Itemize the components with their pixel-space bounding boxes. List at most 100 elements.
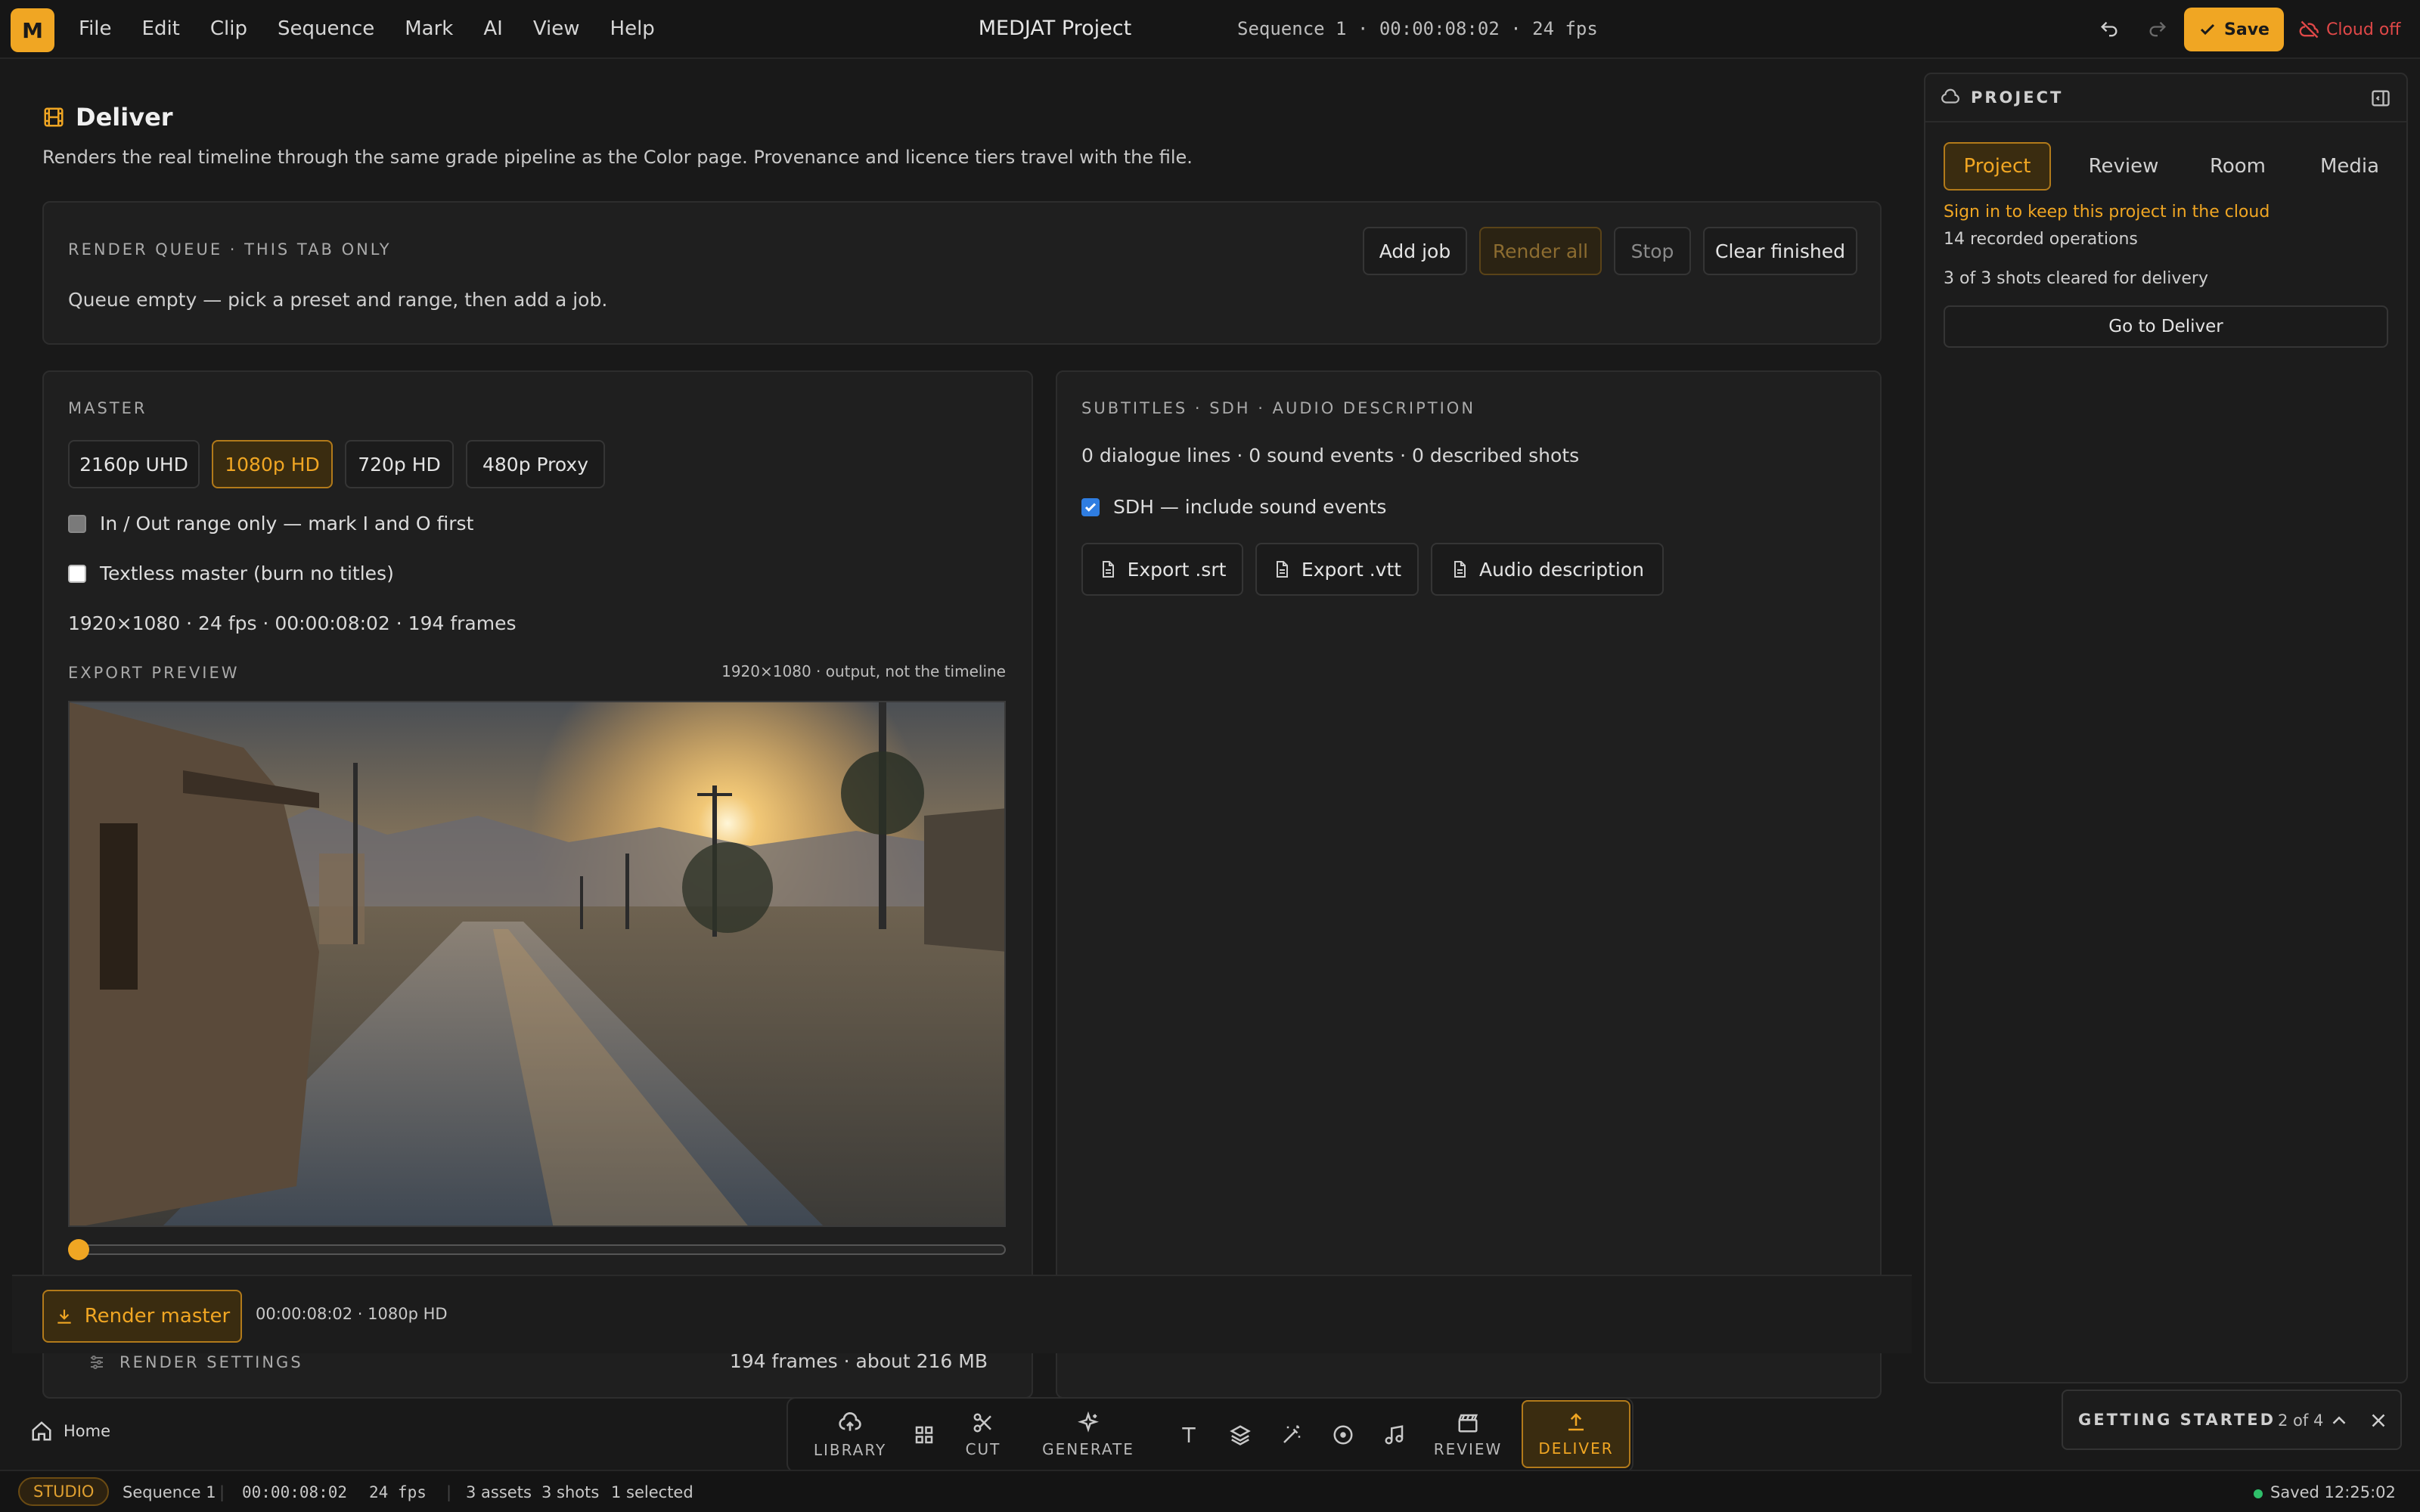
save-label: Save bbox=[2224, 20, 2270, 39]
export-vtt-button[interactable]: Export .vtt bbox=[1255, 543, 1419, 596]
menu-file[interactable]: File bbox=[79, 17, 112, 40]
preset-480p-button[interactable]: 480p Proxy bbox=[466, 440, 605, 488]
textless-checkbox[interactable] bbox=[68, 564, 86, 583]
sdh-option[interactable]: SDH — include sound events bbox=[1081, 496, 1386, 518]
dock-effects[interactable] bbox=[1269, 1399, 1314, 1471]
in-out-range-checkbox[interactable] bbox=[68, 514, 86, 533]
render-estimate: 194 frames · about 216 MB bbox=[729, 1350, 988, 1372]
textless-option[interactable]: Textless master (burn no titles) bbox=[68, 562, 394, 584]
audio-description-button[interactable]: Audio description bbox=[1431, 543, 1664, 596]
check-icon bbox=[2200, 23, 2215, 36]
stop-button[interactable]: Stop bbox=[1614, 227, 1691, 275]
menu-clip[interactable]: Clip bbox=[210, 17, 247, 40]
preview-scrub-handle[interactable] bbox=[68, 1239, 89, 1260]
export-vtt-label: Export .vtt bbox=[1301, 558, 1402, 581]
shots-cleared: 3 of 3 shots cleared for delivery bbox=[1944, 269, 2208, 288]
in-out-range-option[interactable]: In / Out range only — mark I and O first bbox=[68, 513, 473, 534]
render-all-button[interactable]: Render all bbox=[1479, 227, 1602, 275]
menu-help[interactable]: Help bbox=[610, 17, 655, 40]
go-to-deliver-button[interactable]: Go to Deliver bbox=[1944, 305, 2388, 348]
dock-layers[interactable] bbox=[1218, 1399, 1263, 1471]
dock-color[interactable] bbox=[1320, 1399, 1366, 1471]
menu-ai[interactable]: AI bbox=[483, 17, 502, 40]
getting-started-progress: 2 of 4 bbox=[2278, 1411, 2324, 1430]
getting-started-card[interactable]: GETTING STARTED 2 of 4 bbox=[2062, 1390, 2402, 1450]
project-title: MEDJAT Project bbox=[978, 17, 1132, 40]
undo-icon[interactable] bbox=[2095, 15, 2124, 44]
render-queue-panel: RENDER QUEUE · THIS TAB ONLY Add job Ren… bbox=[42, 201, 1882, 345]
dock-audio[interactable] bbox=[1372, 1399, 1417, 1471]
export-srt-label: Export .srt bbox=[1127, 558, 1227, 581]
cloud-status[interactable]: Cloud off bbox=[2299, 8, 2400, 51]
preset-1080p-button[interactable]: 1080p HD bbox=[212, 440, 333, 488]
sparkles-icon bbox=[1078, 1411, 1099, 1433]
collapse-panel-icon[interactable] bbox=[2370, 88, 2391, 109]
sdh-label: SDH — include sound events bbox=[1113, 496, 1387, 518]
home-button[interactable]: Home bbox=[30, 1420, 110, 1442]
cloud-off-icon bbox=[2299, 20, 2319, 39]
tab-project[interactable]: Project bbox=[1944, 142, 2051, 191]
master-caption: MASTER bbox=[68, 399, 147, 417]
preset-2160p-button[interactable]: 2160p UHD bbox=[68, 440, 200, 488]
cloud-status-label: Cloud off bbox=[2326, 20, 2401, 39]
save-button[interactable]: Save bbox=[2184, 8, 2284, 51]
upload-icon bbox=[1568, 1413, 1584, 1431]
dock-cut-label: CUT bbox=[965, 1440, 1001, 1458]
dock-generate-label: GENERATE bbox=[1042, 1440, 1134, 1458]
dock-titles[interactable] bbox=[1166, 1399, 1212, 1471]
dock-deliver[interactable]: DELIVER bbox=[1522, 1400, 1630, 1468]
sdh-checkbox[interactable] bbox=[1081, 497, 1100, 516]
subtitles-panel bbox=[1056, 370, 1882, 1399]
grid-icon bbox=[915, 1426, 933, 1444]
queue-empty-text: Queue empty — pick a preset and range, t… bbox=[68, 289, 608, 311]
export-preview-image bbox=[68, 701, 1006, 1227]
dock-review[interactable]: REVIEW bbox=[1426, 1399, 1509, 1471]
dock-library-label: LIBRARY bbox=[813, 1441, 887, 1459]
menu-sequence[interactable]: Sequence bbox=[278, 17, 374, 40]
clear-finished-button[interactable]: Clear finished bbox=[1703, 227, 1857, 275]
home-icon bbox=[32, 1421, 51, 1441]
render-info: 00:00:08:02 · 1080p HD bbox=[256, 1305, 448, 1323]
close-icon[interactable] bbox=[2367, 1409, 2390, 1432]
export-preview-note: 1920×1080 · output, not the timeline bbox=[721, 662, 1006, 680]
page-title-text: Deliver bbox=[76, 103, 173, 132]
status-assets: 3 assets bbox=[466, 1483, 532, 1501]
project-panel-header: PROJECT bbox=[1941, 88, 2063, 107]
render-settings-toggle[interactable]: RENDER SETTINGS bbox=[88, 1353, 303, 1371]
tab-media[interactable]: Media bbox=[2301, 142, 2399, 191]
render-master-button[interactable]: Render master bbox=[42, 1290, 242, 1343]
cloud-icon bbox=[1941, 88, 1959, 104]
signin-link[interactable]: Sign in to keep this project in the clou… bbox=[1944, 203, 2270, 222]
status-selected: 1 selected bbox=[611, 1483, 693, 1501]
mode-badge[interactable]: STUDIO bbox=[18, 1477, 110, 1506]
page-title: Deliver bbox=[42, 103, 173, 132]
sliders-icon bbox=[91, 1356, 103, 1369]
redo-icon[interactable] bbox=[2143, 15, 2172, 44]
export-srt-button[interactable]: Export .srt bbox=[1081, 543, 1243, 596]
project-panel: PROJECT Project Review Room Media Sign i… bbox=[1924, 73, 2408, 1383]
chevron-up-icon[interactable] bbox=[2328, 1409, 2350, 1432]
layers-icon bbox=[1230, 1425, 1251, 1445]
app-logo[interactable]: M bbox=[11, 8, 54, 52]
dock-grid[interactable] bbox=[901, 1399, 947, 1471]
clapperboard-icon bbox=[1458, 1414, 1478, 1433]
getting-started-title: GETTING STARTED bbox=[2078, 1411, 2276, 1429]
menu-edit[interactable]: Edit bbox=[142, 17, 180, 40]
render-bar: Render master 00:00:08:02 · 1080p HD bbox=[12, 1275, 1912, 1353]
dock-deliver-label: DELIVER bbox=[1538, 1439, 1614, 1458]
dock-review-label: REVIEW bbox=[1433, 1440, 1503, 1458]
master-summary: 1920×1080 · 24 fps · 00:00:08:02 · 194 f… bbox=[68, 612, 517, 634]
preset-720p-button[interactable]: 720p HD bbox=[345, 440, 454, 488]
in-out-range-label: In / Out range only — mark I and O first bbox=[100, 513, 474, 534]
tab-room[interactable]: Room bbox=[2189, 142, 2287, 191]
menu-mark[interactable]: Mark bbox=[405, 17, 453, 40]
music-note-icon bbox=[1385, 1425, 1404, 1445]
menu-view[interactable]: View bbox=[533, 17, 580, 40]
sequence-info: Sequence 1 · 00:00:08:02 · 24 fps bbox=[1237, 18, 1598, 39]
add-job-button[interactable]: Add job bbox=[1363, 227, 1467, 275]
tab-review[interactable]: Review bbox=[2074, 142, 2173, 191]
dock-generate[interactable]: GENERATE bbox=[1032, 1399, 1145, 1471]
dock-library[interactable]: LIBRARY bbox=[805, 1399, 895, 1471]
dock-cut[interactable]: CUT bbox=[953, 1399, 1013, 1471]
preview-scrub-track[interactable] bbox=[68, 1244, 1006, 1255]
